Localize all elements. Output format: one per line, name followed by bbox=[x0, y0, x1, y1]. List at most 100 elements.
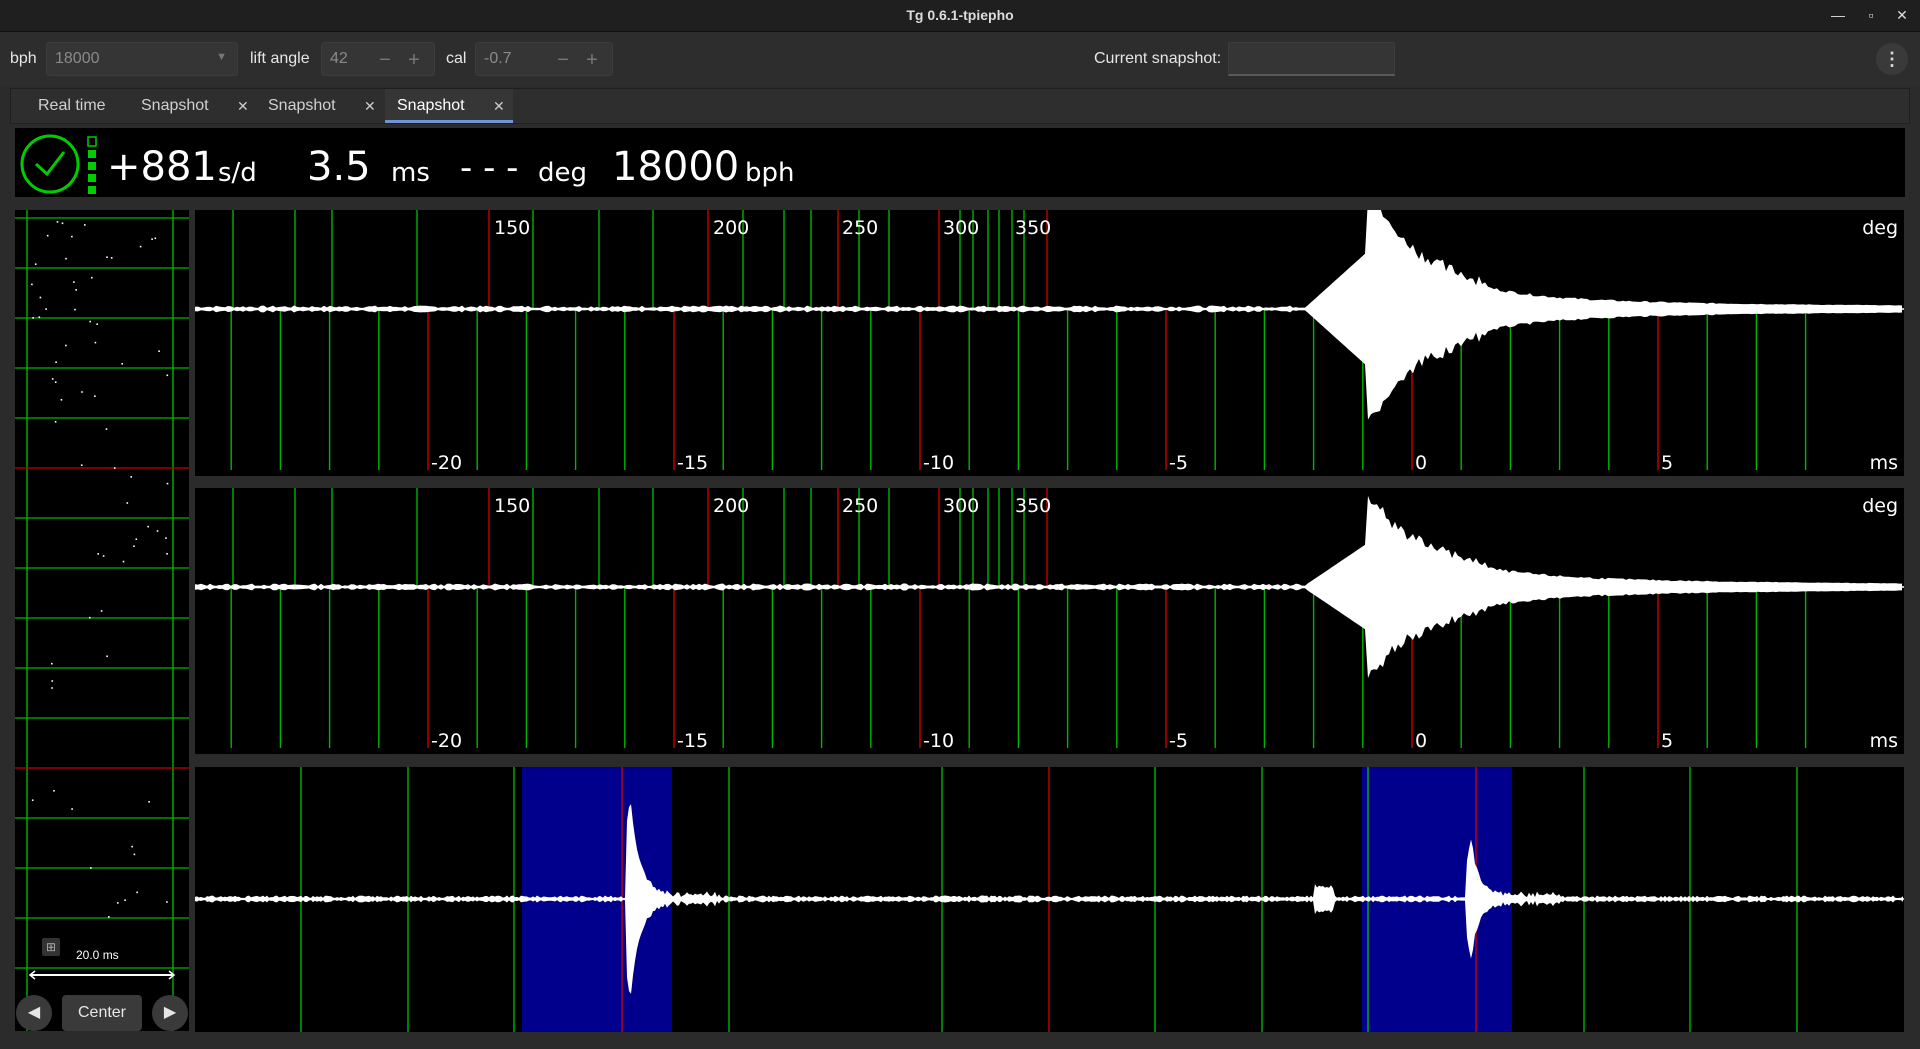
close-icon[interactable]: ✕ bbox=[1893, 6, 1911, 24]
paperstrip-tick bbox=[106, 655, 108, 658]
period-plot bbox=[195, 767, 1904, 1032]
paperstrip-tick bbox=[166, 553, 168, 555]
paperstrip-tick bbox=[100, 610, 103, 612]
tab-snapshot-1[interactable]: Snapshot ✕ bbox=[127, 89, 255, 123]
paperstrip-tick bbox=[96, 323, 98, 325]
paperstrip-tick bbox=[166, 482, 169, 485]
paperstrip-tick bbox=[108, 916, 110, 918]
current-snapshot-label: Current snapshot: bbox=[1094, 50, 1222, 67]
paperstrip-tick bbox=[89, 320, 91, 323]
close-icon[interactable]: ✕ bbox=[237, 89, 249, 123]
ms-tick-label: -10 bbox=[923, 452, 954, 474]
deg-tick-label: 200 bbox=[713, 217, 749, 239]
triangle-left-icon: ◀ bbox=[27, 1004, 41, 1021]
paperstrip-tick bbox=[135, 538, 138, 540]
close-icon[interactable]: ✕ bbox=[364, 89, 376, 123]
zoom-icon[interactable]: ⊞ bbox=[42, 938, 60, 956]
minimize-icon[interactable]: — bbox=[1829, 6, 1847, 24]
tab-label: Snapshot bbox=[397, 97, 465, 114]
paperstrip-tick bbox=[91, 276, 93, 279]
beat-error-unit: ms bbox=[391, 158, 430, 188]
prev-button[interactable]: ◀ bbox=[16, 995, 52, 1031]
paperstrip-tick bbox=[60, 399, 63, 401]
tab-real-time[interactable]: Real time bbox=[11, 89, 126, 123]
lift-angle-spinner[interactable]: 42 − + bbox=[321, 42, 435, 76]
tab-snapshot-2[interactable]: Snapshot ✕ bbox=[256, 89, 384, 123]
amplitude-value: - - - bbox=[460, 148, 519, 188]
paperstrip-tick bbox=[166, 374, 169, 377]
paperstrip-tick bbox=[51, 680, 54, 682]
deg-tick-label: 350 bbox=[1015, 495, 1051, 517]
paperstrip-tick bbox=[81, 391, 83, 393]
ms-tick-label: -15 bbox=[677, 730, 708, 752]
paperstrip-plot bbox=[15, 210, 189, 1031]
plus-icon[interactable]: + bbox=[581, 49, 603, 71]
next-button[interactable]: ▶ bbox=[152, 995, 188, 1031]
close-icon[interactable]: ✕ bbox=[493, 89, 505, 123]
ms-tick-label: 0 bbox=[1415, 730, 1427, 752]
tab-label: Snapshot bbox=[141, 97, 209, 114]
bph-label: bph bbox=[10, 50, 37, 67]
plus-icon[interactable]: + bbox=[403, 49, 425, 71]
paperstrip-tick bbox=[34, 263, 37, 265]
paperstrip-tick bbox=[84, 224, 86, 226]
tab-snapshot-3[interactable]: Snapshot ✕ bbox=[385, 89, 513, 123]
rate-value: +881 bbox=[107, 144, 217, 190]
period-pane[interactable] bbox=[195, 767, 1904, 1032]
center-button[interactable]: Center bbox=[62, 995, 142, 1031]
paperstrip-tick bbox=[131, 845, 133, 848]
maximize-icon[interactable]: ▫ bbox=[1862, 6, 1880, 24]
ms-tick-label: -10 bbox=[923, 730, 954, 752]
paperstrip-tick bbox=[139, 245, 142, 248]
ms-unit-label: ms bbox=[1870, 730, 1898, 752]
tab-label: Snapshot bbox=[268, 97, 336, 114]
paperstrip-tick bbox=[71, 808, 73, 810]
paperstrip[interactable]: ⊞ 20.0 ms bbox=[15, 210, 189, 1031]
paperstrip-tick bbox=[97, 553, 99, 555]
lift-angle-value: 42 bbox=[330, 50, 348, 67]
ms-tick-label: -15 bbox=[677, 452, 708, 474]
paperstrip-tick bbox=[54, 421, 57, 423]
paperstrip-tick bbox=[73, 281, 75, 283]
triangle-right-icon: ▶ bbox=[163, 1004, 177, 1021]
kebab-menu-icon[interactable]: ⋮ bbox=[1876, 43, 1908, 75]
signal-level-icon bbox=[87, 136, 97, 194]
paperstrip-tick bbox=[32, 317, 34, 319]
deg-tick-label: 200 bbox=[713, 495, 749, 517]
ms-tick-label: 5 bbox=[1661, 730, 1673, 752]
chevron-down-icon: ▼ bbox=[216, 51, 227, 63]
paperstrip-tick bbox=[147, 525, 149, 528]
tab-bar: Real time Snapshot ✕ Snapshot ✕ Snapshot… bbox=[10, 88, 1910, 124]
paperstrip-tick bbox=[51, 378, 54, 380]
waveform-envelope bbox=[195, 198, 1902, 420]
paperstrip-tick bbox=[89, 616, 91, 619]
bph-select[interactable]: 18000 ▼ bbox=[46, 42, 238, 76]
waveform-pane-toc[interactable]: 150 200 250 300 350 deg -20 -15 -10 -5 0 5 ms bbox=[195, 488, 1904, 754]
ms-tick-label: 0 bbox=[1415, 452, 1427, 474]
paperstrip-tick bbox=[133, 545, 135, 547]
minus-icon[interactable]: − bbox=[374, 49, 396, 71]
paperstrip-tick bbox=[110, 257, 113, 259]
paperstrip-tick bbox=[122, 560, 125, 563]
paperstrip-tick bbox=[74, 308, 76, 311]
current-snapshot-input[interactable] bbox=[1228, 42, 1395, 76]
paperstrip-tick bbox=[158, 350, 160, 352]
deg-tick-label: 250 bbox=[842, 495, 878, 517]
ms-tick-label: 5 bbox=[1661, 452, 1673, 474]
minus-icon[interactable]: − bbox=[552, 49, 574, 71]
paperstrip-tick bbox=[130, 476, 132, 478]
paperstrip-tick bbox=[136, 891, 138, 894]
waveform-pane-tic[interactable]: 150 200 250 300 350 deg -20 -15 -10 -5 0 5 ms bbox=[195, 198, 1904, 476]
paperstrip-tick bbox=[31, 283, 33, 286]
paperstrip-tick bbox=[156, 530, 159, 532]
bph-select-value: 18000 bbox=[55, 50, 100, 67]
status-display: +881 s/d 3.5 ms - - - deg 18000 bph bbox=[15, 128, 1905, 197]
ms-tick-label: -5 bbox=[1169, 730, 1188, 752]
paperstrip-tick bbox=[39, 296, 42, 299]
ms-tick-label: -20 bbox=[431, 452, 462, 474]
cal-spinner[interactable]: -0.7 − + bbox=[475, 42, 613, 76]
cal-label: cal bbox=[446, 50, 467, 67]
paperstrip-tick bbox=[124, 899, 126, 901]
ms-tick-label: -5 bbox=[1169, 452, 1188, 474]
paperstrip-tick bbox=[148, 801, 150, 803]
